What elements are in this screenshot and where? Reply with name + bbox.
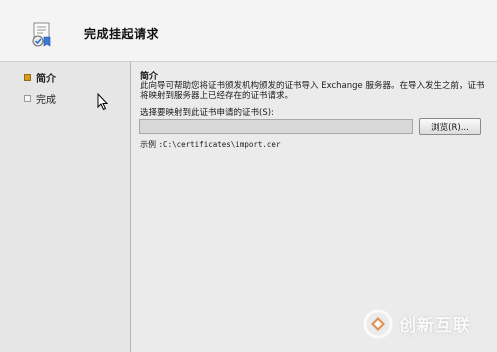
page-title: 完成挂起请求 [84,27,160,41]
certificate-path-label: 选择要映射到此证书申请的证书(S): [140,108,274,118]
watermark-sub-text: CHUANG XIN HU LIAN [401,333,465,339]
example-prefix: 示例 [140,140,156,149]
nav-step-complete-label: 完成 [36,94,56,106]
brand-logo-icon [363,309,393,339]
browse-button[interactable]: 浏览(R)... [419,118,481,135]
nav-step-intro-label: 简介 [36,73,56,85]
example-hint: 示例 :C:\certificates\import.cer [140,139,280,150]
wizard-header: 完成挂起请求 [0,0,497,62]
example-path: :C:\certificates\import.cer [158,140,281,149]
mouse-cursor-icon [97,93,109,111]
intro-description: 此向导可帮助您将证书颁发机构颁发的证书导入 Exchange 服务器。在导入发生… [140,81,485,101]
wizard-steps-nav: 简介 完成 [0,62,130,352]
step-pending-marker-icon [24,94,31,102]
brand-watermark: 创新互联 CHUANG XIN HU LIAN [362,306,492,346]
nav-step-intro[interactable]: 简介 [24,70,56,85]
nav-step-complete[interactable]: 完成 [24,91,56,106]
certificate-path-input[interactable] [139,119,413,134]
certificate-wizard-icon [32,22,51,47]
step-current-marker-icon [24,73,31,81]
